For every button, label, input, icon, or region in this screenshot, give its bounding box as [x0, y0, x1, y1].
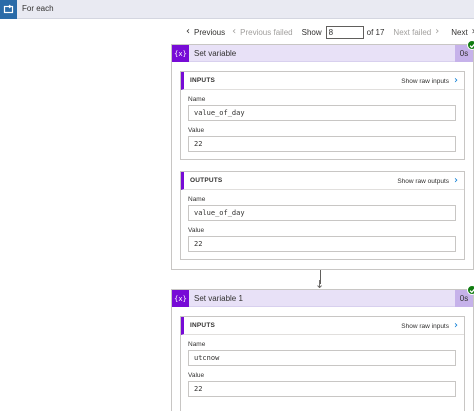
- iteration-pager: ‹ Previous ‹ Previous failed Show of 17 …: [186, 24, 474, 40]
- outputs-header: OUTPUTS Show raw outputs ›: [181, 172, 464, 190]
- action-card-set-variable: {x} Set variable 0s INPUTS Show raw inpu…: [171, 40, 474, 270]
- value-value: 22: [188, 236, 456, 252]
- next-failed-button[interactable]: Next failed ›: [393, 27, 439, 37]
- show-raw-inputs-link[interactable]: Show raw inputs ›: [401, 76, 458, 86]
- value-label: Value: [188, 227, 205, 234]
- next-label: Next: [451, 27, 468, 37]
- foreach-title: For each: [22, 4, 54, 13]
- outputs-section: OUTPUTS Show raw outputs › Name value_of…: [180, 171, 465, 260]
- action-title: Set variable: [194, 49, 237, 58]
- chevron-left-icon: ‹: [186, 26, 190, 37]
- name-label: Name: [188, 96, 206, 103]
- next-button[interactable]: Next ›: [451, 27, 474, 37]
- value-value: 22: [188, 381, 456, 397]
- action-card-set-variable-1: {x} Set variable 1 0s INPUTS Show raw in…: [171, 285, 474, 411]
- foreach-header[interactable]: For each: [0, 0, 474, 19]
- name-value: value_of_day: [188, 205, 456, 221]
- name-value: utcnow: [188, 350, 456, 366]
- outputs-heading: OUTPUTS: [190, 177, 223, 184]
- inputs-section: INPUTS Show raw inputs › Name utcnow Val…: [180, 316, 465, 411]
- chevron-left-icon: ‹: [232, 26, 237, 37]
- show-raw-outputs-link[interactable]: Show raw outputs ›: [397, 176, 458, 186]
- show-raw-inputs-label: Show raw inputs: [401, 77, 449, 85]
- previous-label: Previous: [194, 27, 226, 37]
- chevron-right-icon: ›: [454, 75, 458, 86]
- chevron-right-icon: ›: [435, 26, 440, 37]
- value-label: Value: [188, 372, 205, 379]
- inputs-section: INPUTS Show raw inputs › Name value_of_d…: [180, 71, 465, 160]
- value-value: 22: [188, 136, 456, 152]
- name-label: Name: [188, 196, 206, 203]
- check-icon: [467, 285, 474, 295]
- iteration-count: of 17: [366, 27, 385, 37]
- name-value: value_of_day: [188, 105, 456, 121]
- inputs-heading: INPUTS: [190, 77, 216, 84]
- inputs-header: INPUTS Show raw inputs ›: [181, 317, 464, 335]
- inputs-header: INPUTS Show raw inputs ›: [181, 72, 464, 90]
- variable-icon: {x}: [172, 290, 189, 307]
- chevron-right-icon: ›: [454, 320, 458, 331]
- show-label: Show: [301, 27, 322, 37]
- show-raw-inputs-label: Show raw inputs: [401, 322, 449, 330]
- previous-failed-button[interactable]: ‹ Previous failed: [232, 27, 292, 37]
- next-failed-label: Next failed: [393, 27, 432, 37]
- action-header[interactable]: {x} Set variable 1 0s: [172, 285, 474, 307]
- action-title: Set variable 1: [194, 294, 243, 303]
- check-icon: [467, 40, 474, 50]
- show-raw-outputs-label: Show raw outputs: [397, 177, 449, 185]
- variable-icon: {x}: [172, 45, 189, 62]
- chevron-right-icon: ›: [454, 175, 458, 186]
- previous-failed-label: Previous failed: [240, 27, 293, 37]
- value-label: Value: [188, 127, 205, 134]
- inputs-heading: INPUTS: [190, 322, 216, 329]
- name-label: Name: [188, 341, 206, 348]
- show-raw-inputs-link[interactable]: Show raw inputs ›: [401, 321, 458, 331]
- action-header[interactable]: {x} Set variable 0s: [172, 40, 474, 62]
- previous-button[interactable]: ‹ Previous: [186, 27, 225, 37]
- iteration-input[interactable]: [325, 25, 364, 39]
- loop-icon: [0, 0, 17, 19]
